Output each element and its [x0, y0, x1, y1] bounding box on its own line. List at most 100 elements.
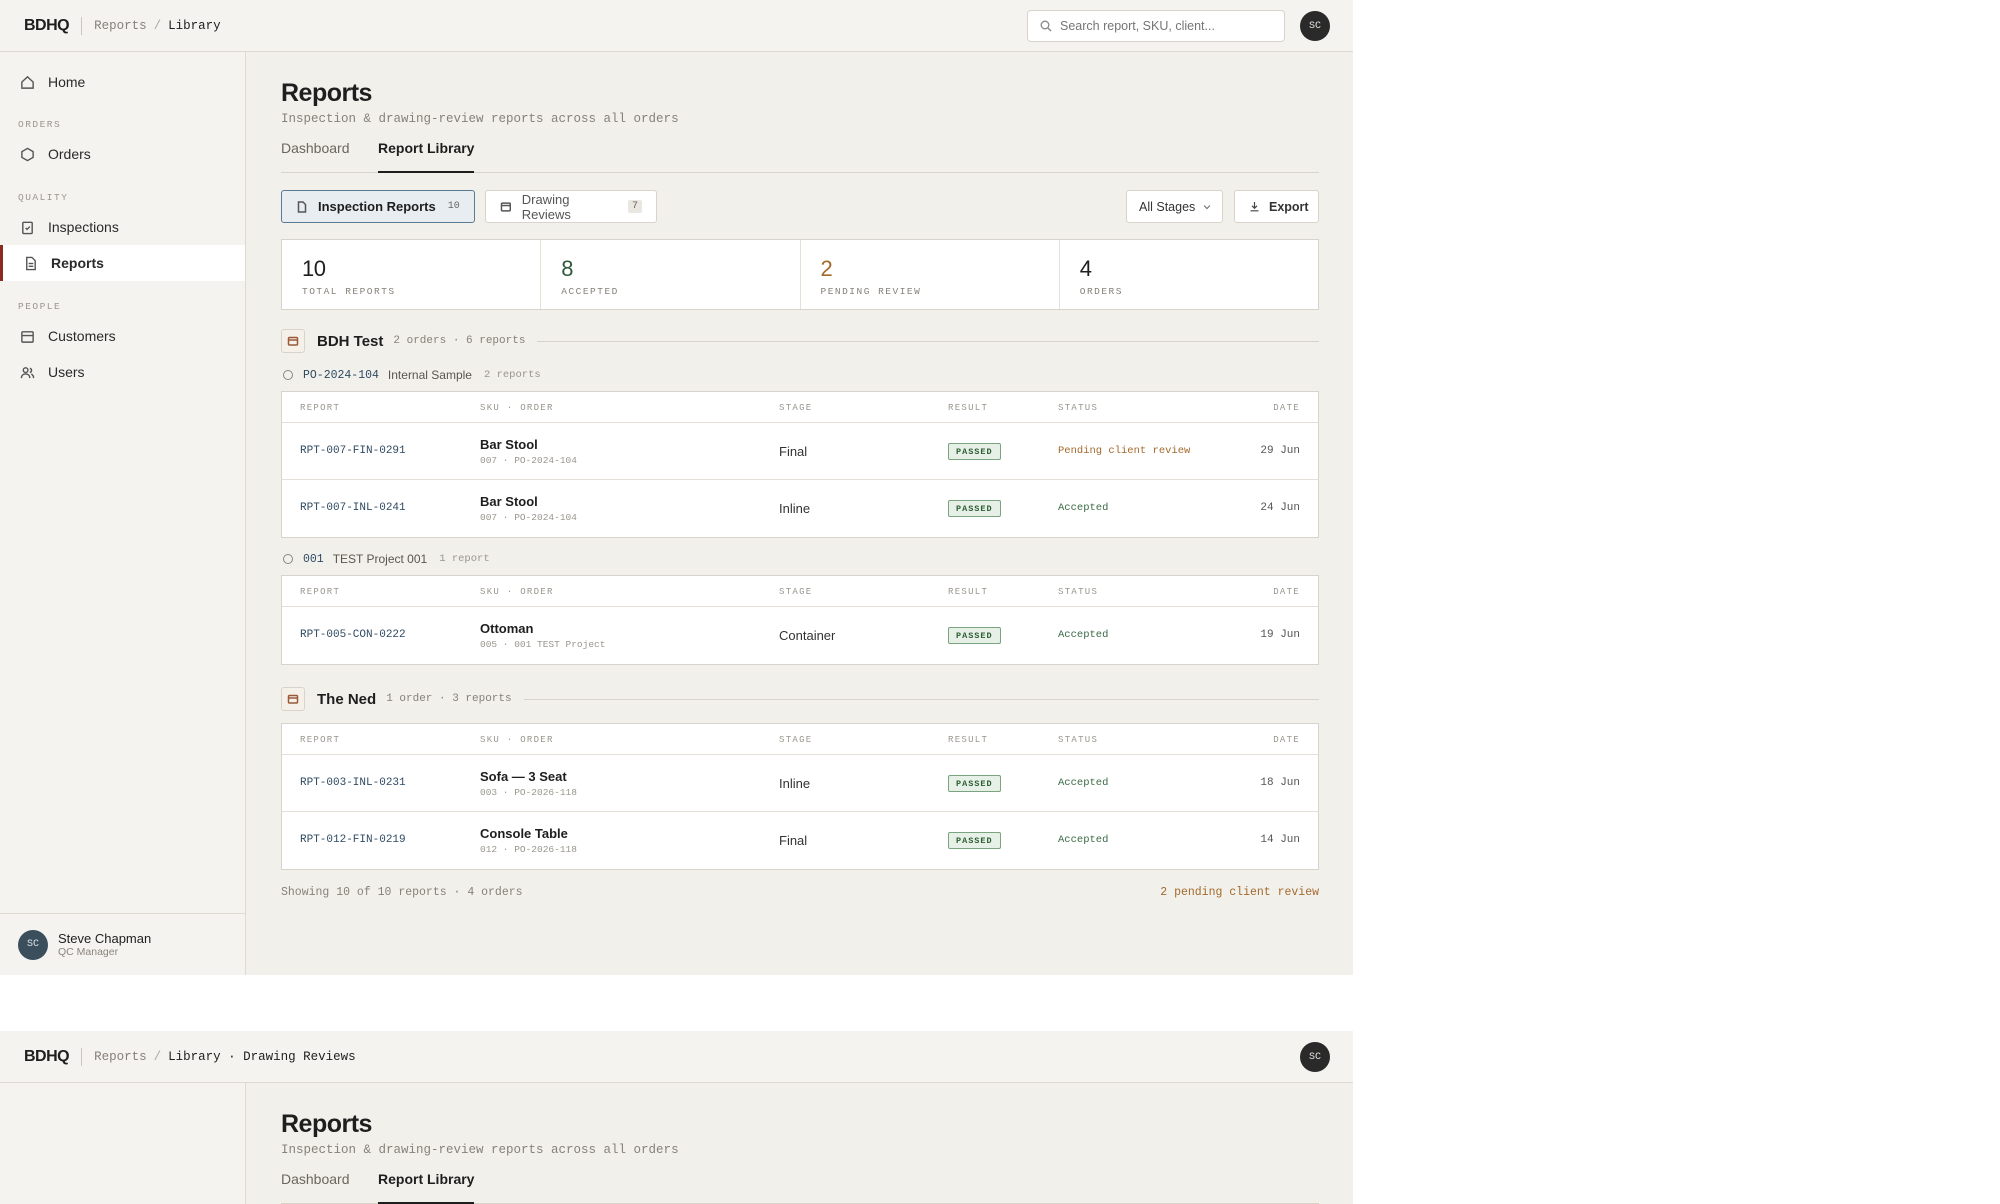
- sidebar: Home ORDERS Orders QUALITY Inspections R…: [0, 52, 246, 975]
- group-name: BDH Test: [317, 332, 384, 350]
- breadcrumb-reports[interactable]: Reports: [94, 19, 147, 33]
- export-button[interactable]: Export: [1234, 190, 1319, 223]
- date: 18 Jun: [1260, 777, 1300, 789]
- col-date: DATE: [1273, 587, 1300, 597]
- stage-select-value: All Stages: [1139, 199, 1196, 214]
- search-input[interactable]: [1060, 19, 1260, 33]
- stage: Inline: [779, 776, 811, 791]
- tab-dashboard[interactable]: Dashboard: [281, 140, 350, 173]
- sku-name: Ottoman: [480, 621, 534, 636]
- group-header-the-ned[interactable]: The Ned 1 order · 3 reports: [281, 687, 1319, 711]
- stat-orders: 4 ORDERS: [1060, 240, 1318, 309]
- sidebar-item-home[interactable]: Home: [0, 64, 245, 100]
- tab-bar: Dashboard Report Library: [281, 140, 1319, 173]
- sidebar-item-orders[interactable]: Orders: [0, 136, 245, 172]
- stat-label: ORDERS: [1079, 286, 1123, 297]
- divider: [81, 1047, 83, 1066]
- stat-value: 10: [302, 256, 326, 281]
- stage-select[interactable]: All Stages: [1126, 190, 1223, 223]
- group-name: The Ned: [317, 690, 377, 708]
- chip-label: Inspection Reports: [318, 199, 436, 214]
- user-avatar[interactable]: SC: [1300, 11, 1330, 41]
- report-id[interactable]: RPT-007-FIN-0291: [300, 445, 406, 457]
- sidebar-item-reports[interactable]: Reports: [0, 245, 245, 281]
- col-status: STATUS: [1058, 735, 1099, 745]
- breadcrumb-reports[interactable]: Reports: [94, 1050, 147, 1064]
- divider: [523, 698, 1319, 700]
- folder-icon: [281, 687, 305, 711]
- order-name: Internal Sample: [387, 368, 472, 382]
- col-status: STATUS: [1058, 587, 1099, 597]
- user-avatar[interactable]: SC: [1300, 1042, 1330, 1072]
- col-result: RESULT: [948, 403, 989, 413]
- sku-name: Console Table: [480, 826, 568, 841]
- app-logo[interactable]: BDHQ: [24, 17, 70, 35]
- search-box[interactable]: [1027, 10, 1285, 42]
- app-logo[interactable]: BDHQ: [24, 1048, 70, 1066]
- clipboard-check-icon: [22, 221, 33, 234]
- stat-total-reports: 10 TOTAL REPORTS: [282, 240, 542, 309]
- order-header[interactable]: 001 TEST Project 001 1 report: [283, 552, 490, 566]
- table-header: REPORT SKU · ORDER STAGE RESULT STATUS D…: [282, 724, 1318, 755]
- col-report: REPORT: [300, 587, 341, 597]
- sidebar-item-customers[interactable]: Customers: [0, 318, 245, 354]
- report-id[interactable]: RPT-012-FIN-0219: [300, 834, 406, 846]
- briefcase-icon: [21, 330, 34, 343]
- sku-cell: Bar Stool 007 · PO-2024-104: [480, 494, 577, 523]
- order-header[interactable]: PO-2024-104 Internal Sample 2 reports: [283, 368, 541, 382]
- status-text: Accepted: [1058, 777, 1109, 789]
- status-text: Accepted: [1058, 502, 1109, 514]
- stage: Container: [779, 628, 836, 643]
- col-date: DATE: [1273, 735, 1300, 745]
- sku-cell: Console Table 012 · PO-2026-118: [480, 826, 577, 855]
- tab-report-library[interactable]: Report Library: [378, 1171, 475, 1204]
- table-row[interactable]: RPT-012-FIN-0219 Console Table 012 · PO-2…: [282, 812, 1318, 869]
- sku-sub: 007 · PO-2024-104: [480, 455, 577, 466]
- col-status: STATUS: [1058, 403, 1099, 413]
- section-label-orders: ORDERS: [18, 119, 62, 130]
- table-footer: Showing 10 of 10 reports · 4 orders 2 pe…: [281, 886, 1319, 899]
- date: 14 Jun: [1260, 834, 1300, 846]
- sku-cell: Ottoman 005 · 001 TEST Project: [480, 621, 605, 650]
- group-meta: 2 orders · 6 reports: [393, 335, 526, 347]
- stage: Final: [779, 444, 808, 459]
- report-id[interactable]: RPT-007-INL-0241: [300, 502, 406, 514]
- filter-inspection-reports[interactable]: Inspection Reports 10: [281, 190, 475, 223]
- breadcrumb-library: Library: [168, 18, 221, 33]
- col-result: RESULT: [948, 735, 989, 745]
- chevron-down-icon: [1203, 204, 1211, 209]
- group-header-bdh-test[interactable]: BDH Test 2 orders · 6 reports: [281, 329, 1319, 353]
- table-row[interactable]: RPT-005-CON-0222 Ottoman 005 · 001 TEST P…: [282, 607, 1318, 664]
- stats-summary: 10 TOTAL REPORTS 8 ACCEPTED 2 PENDING REVIE…: [281, 239, 1319, 310]
- sidebar-item-label: Customers: [48, 328, 116, 344]
- document-icon: [26, 256, 36, 270]
- sidebar-item-label: Inspections: [48, 219, 119, 235]
- filter-drawing-reviews[interactable]: Drawing Reviews 7: [485, 190, 657, 223]
- table-row[interactable]: RPT-003-INL-0231 Sofa — 3 Seat 003 · PO-2…: [282, 755, 1318, 812]
- report-id[interactable]: RPT-003-INL-0231: [300, 777, 406, 789]
- table-row[interactable]: RPT-007-FIN-0291 Bar Stool 007 · PO-2024-…: [282, 423, 1318, 480]
- status-text: Pending client review: [1058, 445, 1191, 457]
- page-subtitle: Inspection & drawing-review reports acro…: [281, 112, 679, 126]
- report-id[interactable]: RPT-005-CON-0222: [300, 629, 406, 641]
- sku-name: Bar Stool: [480, 437, 538, 452]
- sku-cell: Sofa — 3 Seat 003 · PO-2026-118: [480, 769, 577, 798]
- sku-sub: 012 · PO-2026-118: [480, 844, 577, 855]
- sidebar-item-users[interactable]: Users: [0, 354, 245, 390]
- sidebar: [0, 1083, 246, 1204]
- current-user[interactable]: SC Steve Chapman QC Manager: [0, 913, 245, 975]
- order-id: PO-2024-104: [303, 368, 379, 382]
- download-icon: [1250, 202, 1259, 212]
- pending-summary[interactable]: 2 pending client review: [1160, 886, 1319, 899]
- page-title: Reports: [281, 1110, 372, 1138]
- reports-table: REPORT SKU · ORDER STAGE RESULT STATUS D…: [281, 391, 1319, 538]
- stat-value: 8: [561, 256, 573, 281]
- sku-cell: Bar Stool 007 · PO-2024-104: [480, 437, 577, 466]
- order-count: 1 report: [439, 553, 490, 565]
- sidebar-item-inspections[interactable]: Inspections: [0, 209, 245, 245]
- export-label: Export: [1269, 199, 1309, 214]
- tab-report-library[interactable]: Report Library: [378, 140, 475, 173]
- search-icon: [1040, 20, 1052, 32]
- tab-dashboard[interactable]: Dashboard: [281, 1171, 350, 1204]
- table-row[interactable]: RPT-007-INL-0241 Bar Stool 007 · PO-2024-…: [282, 480, 1318, 537]
